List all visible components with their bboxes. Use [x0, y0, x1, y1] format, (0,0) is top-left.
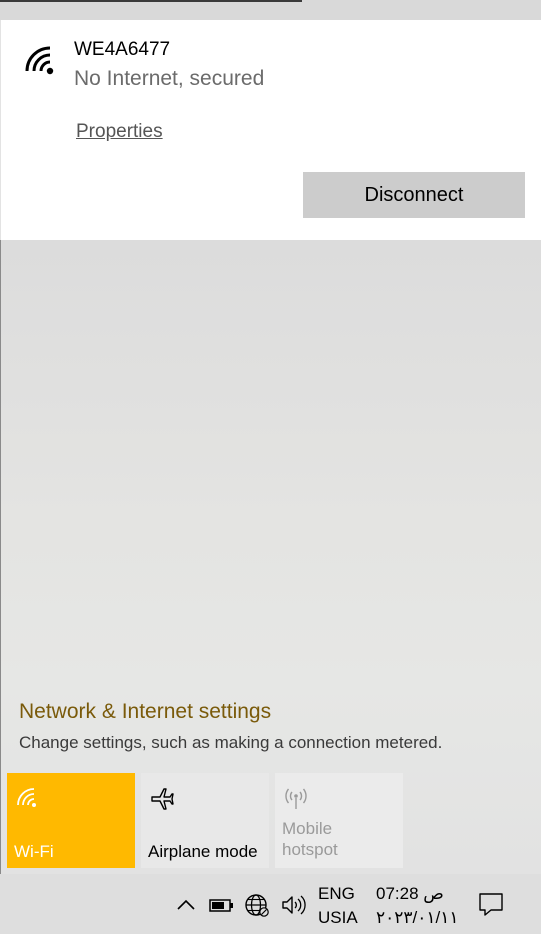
network-status: No Internet, secured [74, 67, 265, 90]
properties-link[interactable]: Properties [76, 121, 163, 143]
clock-date: ٢٠٢٣/٠١/١١ [376, 908, 459, 927]
clock-time: 07:28 ص [376, 884, 444, 903]
show-hidden-icons-chevron-icon[interactable] [172, 892, 200, 918]
hotspot-icon [285, 788, 307, 809]
mobile-hotspot-tile-label: Mobile hotspot [282, 818, 338, 860]
disconnect-button[interactable]: Disconnect [303, 172, 525, 218]
network-ssid: WE4A6477 [74, 39, 171, 60]
left-edge [0, 240, 1, 874]
hotspot-label-line2: hotspot [282, 840, 338, 859]
clock[interactable]: 07:28 ص ٢٠٢٣/٠١/١١ [376, 882, 459, 930]
network-settings-link[interactable]: Network & Internet settings [19, 700, 271, 724]
airplane-mode-tile[interactable]: Airplane mode [141, 773, 269, 868]
network-card: WE4A6477 No Internet, secured Properties… [1, 20, 541, 240]
airplane-mode-tile-label: Airplane mode [148, 842, 258, 861]
network-globe-icon[interactable] [243, 892, 271, 918]
hotspot-label-line1: Mobile [282, 819, 333, 838]
top-divider [0, 0, 302, 2]
mobile-hotspot-tile[interactable]: Mobile hotspot [275, 773, 403, 868]
top-strip [0, 0, 541, 20]
airplane-icon [151, 788, 174, 810]
region-code: USIA [318, 908, 358, 927]
network-settings-description: Change settings, such as making a connec… [19, 733, 443, 752]
wifi-icon [25, 46, 54, 75]
taskbar: ENG USIA 07:28 ص ٢٠٢٣/٠١/١١ [0, 874, 541, 934]
wifi-icon [17, 788, 36, 807]
battery-icon[interactable] [207, 892, 235, 918]
language-code: ENG [318, 884, 355, 903]
action-center-icon[interactable] [477, 891, 505, 917]
input-language-indicator[interactable]: ENG USIA [318, 882, 358, 930]
wifi-tile-label: Wi-Fi [14, 842, 54, 861]
volume-icon[interactable] [280, 892, 308, 918]
wifi-tile[interactable]: Wi-Fi [7, 773, 135, 868]
